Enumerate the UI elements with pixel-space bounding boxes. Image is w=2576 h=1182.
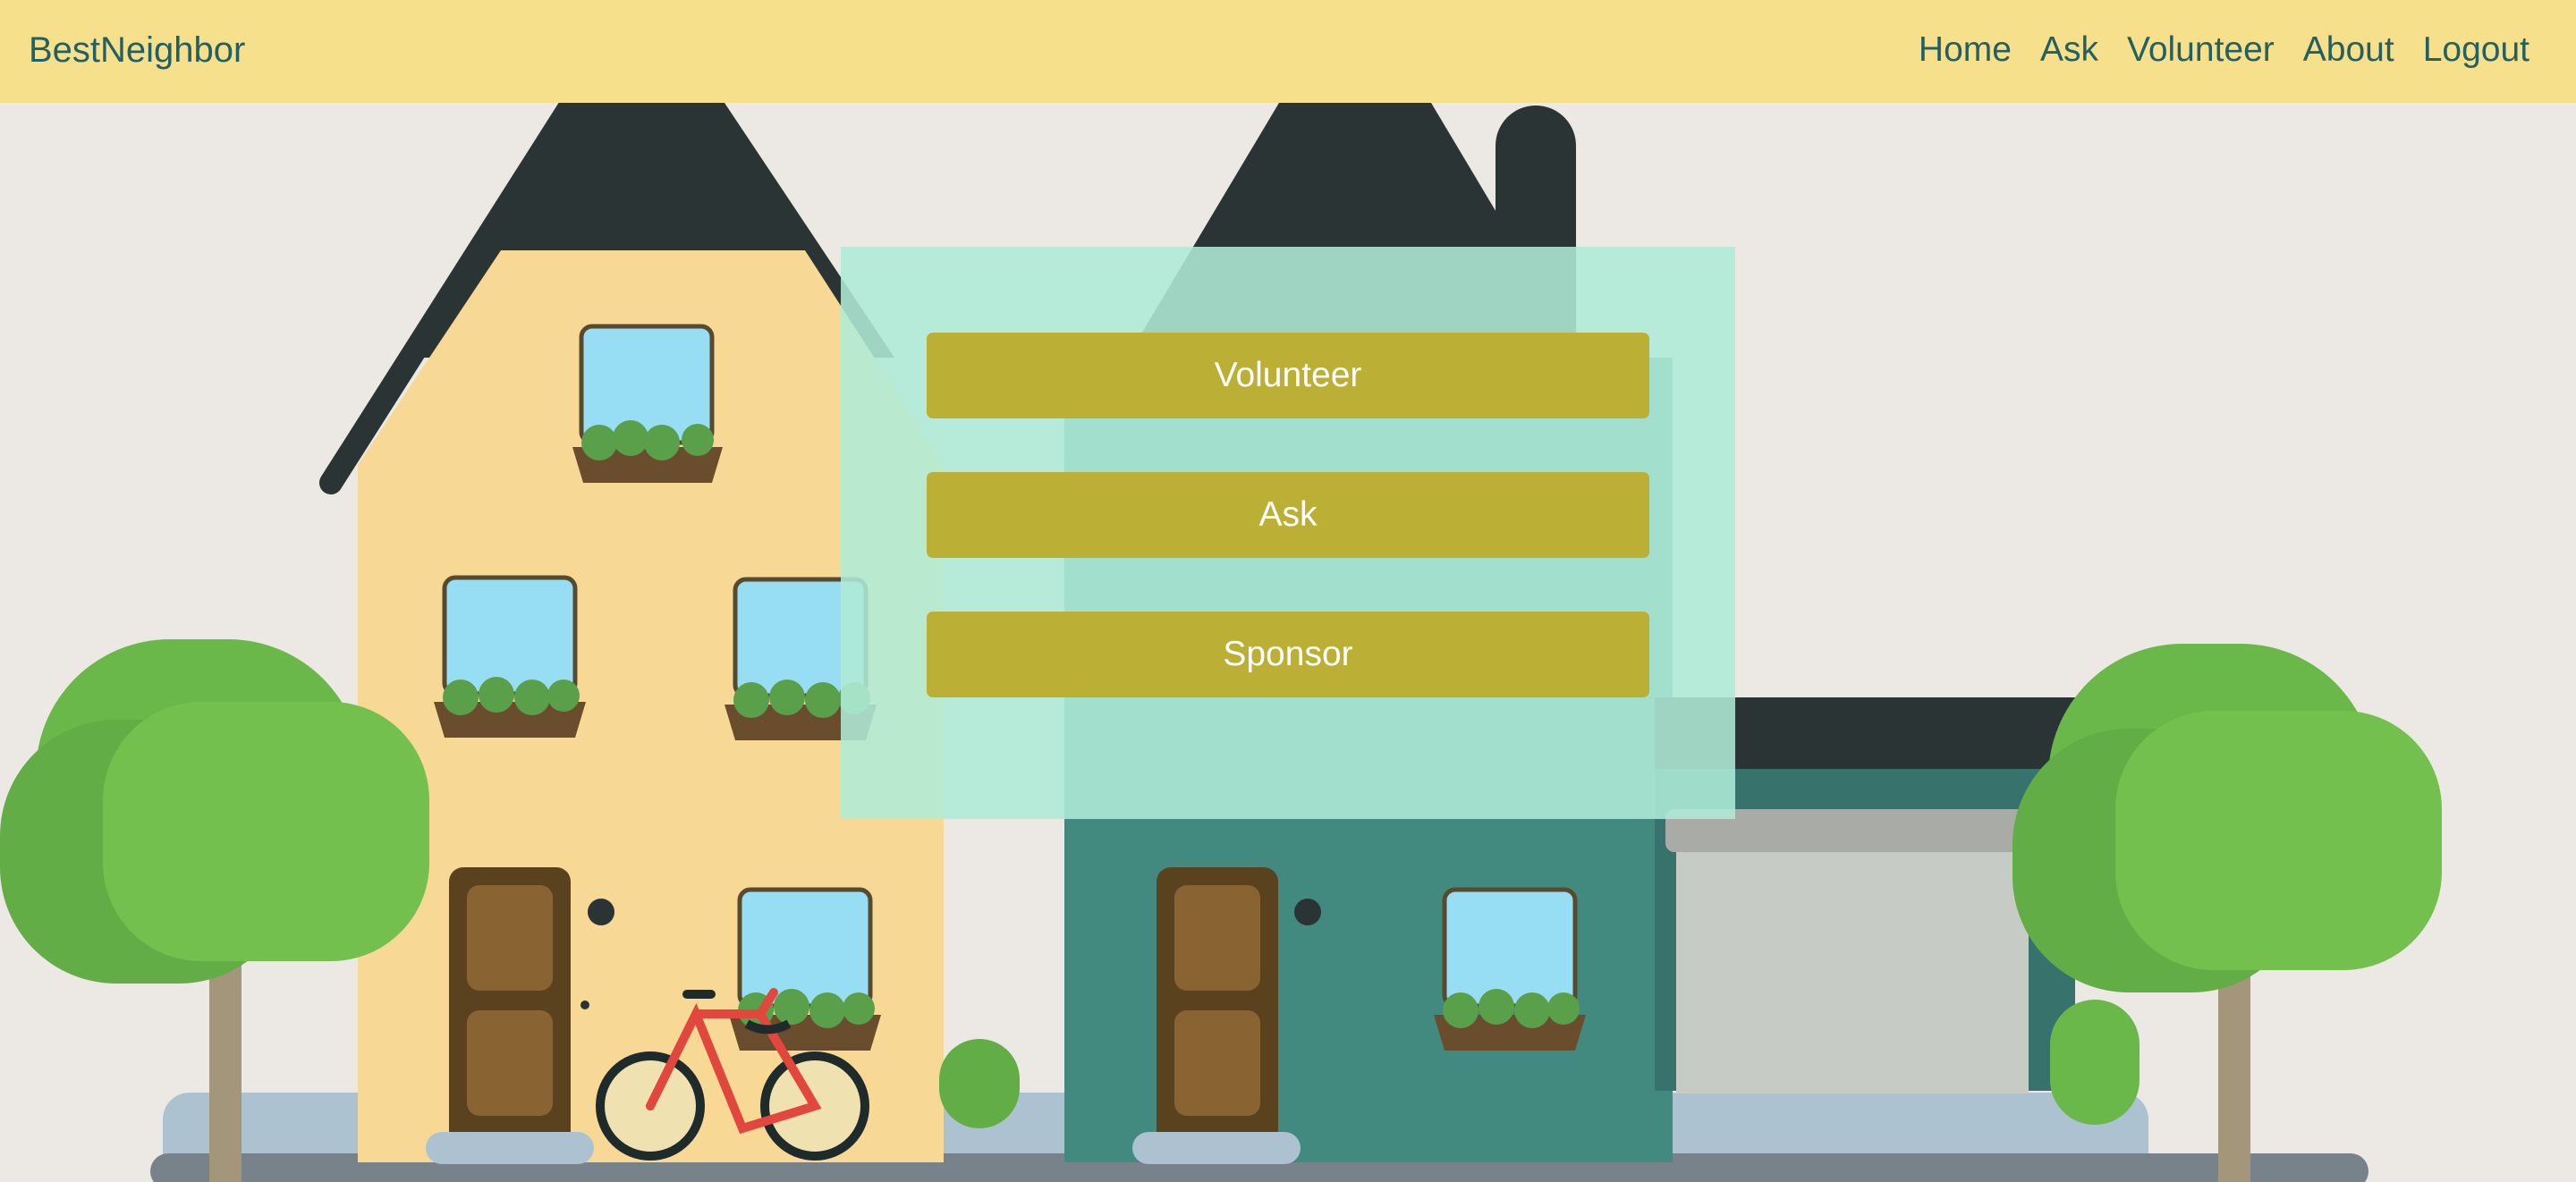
brand-logo[interactable]: BestNeighbor	[29, 27, 245, 73]
top-navbar: BestNeighbor Home Ask Volunteer About Lo…	[0, 0, 2576, 103]
nav-logout-link[interactable]: Logout	[2409, 27, 2544, 73]
nav-links: Home Ask Volunteer About Logout	[1904, 27, 2544, 73]
sponsor-button[interactable]: Sponsor	[927, 612, 1649, 697]
action-panel: Volunteer Ask Sponsor	[841, 247, 1735, 819]
ask-button[interactable]: Ask	[927, 472, 1649, 558]
nav-volunteer-link[interactable]: Volunteer	[2113, 27, 2289, 73]
nav-about-link[interactable]: About	[2289, 27, 2409, 73]
tree-icon	[2012, 644, 2442, 1182]
volunteer-button[interactable]: Volunteer	[927, 333, 1649, 418]
bush	[939, 1039, 1020, 1128]
nav-ask-link[interactable]: Ask	[2026, 27, 2113, 73]
nav-home-link[interactable]: Home	[1904, 27, 2026, 73]
